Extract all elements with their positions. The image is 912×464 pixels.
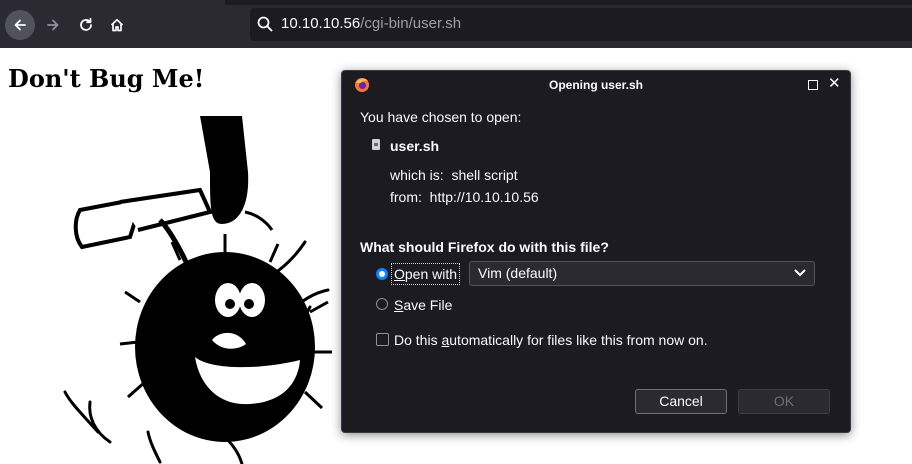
file-source-label: from: xyxy=(390,189,422,205)
download-dialog: Opening user.sh ✕ You have chosen to ope… xyxy=(341,70,851,433)
maximize-icon[interactable] xyxy=(808,80,818,90)
open-with-mnemonic: O xyxy=(394,266,405,282)
open-with-text: pen with xyxy=(404,266,458,282)
file-type-label: which is: xyxy=(390,167,444,183)
address-bar[interactable]: 10.10.10.56/cgi-bin/user.sh xyxy=(250,8,912,41)
file-source-row: from: http://10.10.10.56 xyxy=(390,189,539,205)
file-name: user.sh xyxy=(390,138,440,154)
url-path: /cgi-bin/user.sh xyxy=(360,15,462,32)
action-question: What should Firefox do with this file? xyxy=(360,239,609,255)
dialog-titlebar: Opening user.sh ✕ xyxy=(342,71,850,99)
forward-arrow-icon xyxy=(47,19,59,31)
dialog-title: Opening user.sh xyxy=(548,78,644,92)
forward-button[interactable] xyxy=(38,10,68,40)
bug-cartoon-image xyxy=(63,116,332,464)
chevron-down-icon xyxy=(794,269,806,276)
close-icon[interactable]: ✕ xyxy=(828,76,841,91)
home-icon xyxy=(110,18,124,32)
save-file-radio[interactable] xyxy=(376,298,388,310)
auto-action-text: utomatically for files like this from no… xyxy=(449,332,708,348)
file-source-value: http://10.10.10.56 xyxy=(429,189,539,205)
home-button[interactable] xyxy=(102,10,132,40)
browser-toolbar: 10.10.10.56/cgi-bin/user.sh xyxy=(0,0,912,48)
url-text[interactable]: 10.10.10.56/cgi-bin/user.sh xyxy=(281,15,461,32)
save-file-mnemonic: S xyxy=(394,297,404,313)
cancel-button[interactable]: Cancel xyxy=(635,389,727,414)
application-select[interactable]: Vim (default) xyxy=(469,261,815,286)
save-file-text: ave File xyxy=(403,297,453,313)
reload-icon xyxy=(80,17,92,31)
search-icon xyxy=(257,16,273,32)
ok-button[interactable]: OK xyxy=(738,389,830,414)
application-select-value: Vim (default) xyxy=(478,265,558,281)
tab-strip xyxy=(225,0,912,5)
reload-button[interactable] xyxy=(71,10,101,40)
open-with-label[interactable]: Open with xyxy=(391,263,461,285)
back-button[interactable] xyxy=(5,10,35,40)
auto-action-checkbox[interactable] xyxy=(376,333,389,346)
file-type-row: which is: shell script xyxy=(390,167,518,183)
url-host: 10.10.10.56 xyxy=(281,15,361,32)
back-arrow-icon xyxy=(14,19,26,31)
intro-text: You have chosen to open: xyxy=(360,109,522,125)
auto-action-prefix: Do this xyxy=(394,332,442,348)
file-icon xyxy=(372,139,380,150)
file-type-value: shell script xyxy=(451,167,518,183)
open-with-radio[interactable] xyxy=(376,268,388,280)
save-file-label[interactable]: Save File xyxy=(394,297,452,313)
auto-action-label[interactable]: Do this automatically for files like thi… xyxy=(394,332,708,348)
page-title: Don't Bug Me! xyxy=(8,64,205,93)
